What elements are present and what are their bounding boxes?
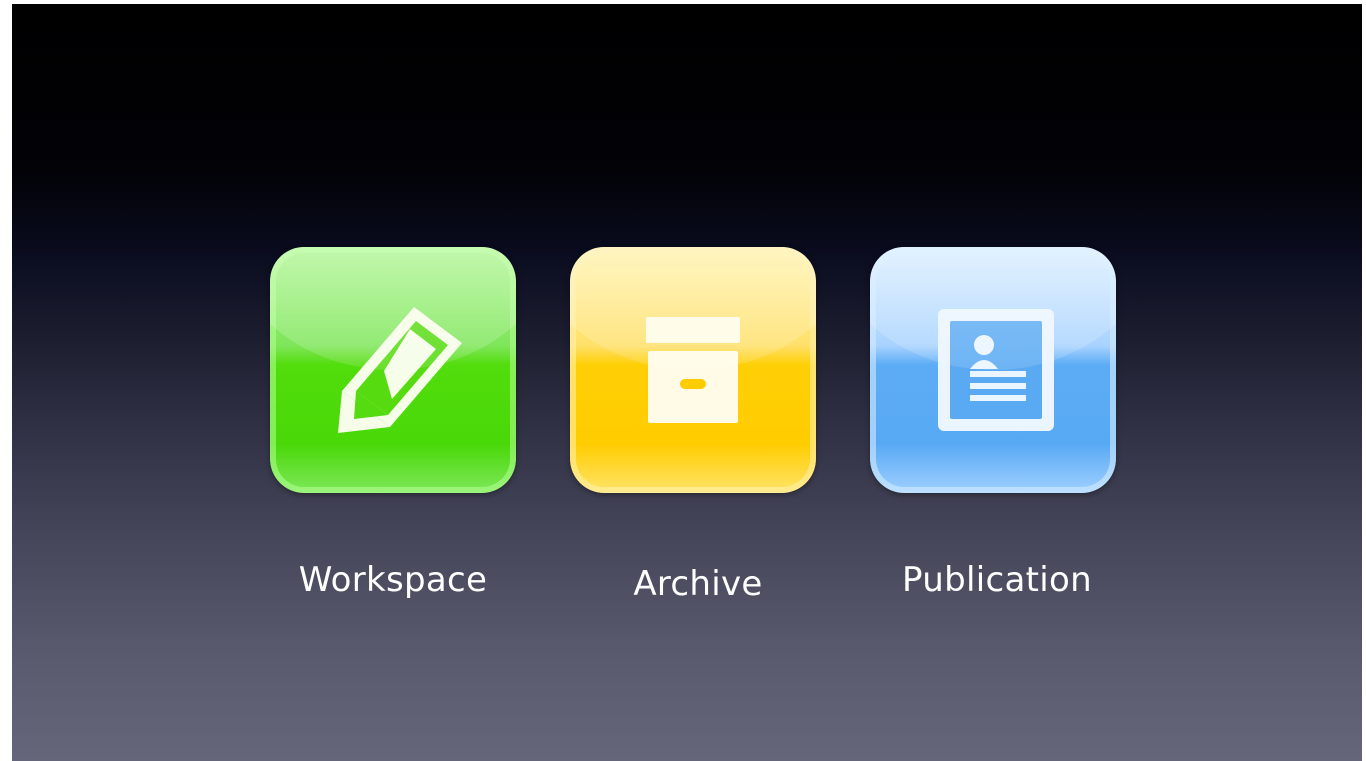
publication-label: Publication bbox=[902, 560, 1092, 600]
archive-label: Archive bbox=[633, 564, 763, 604]
publication-app-button[interactable] bbox=[870, 247, 1116, 493]
launcher-screen: Workspace Archive Publication bbox=[12, 4, 1362, 761]
archive-box-icon bbox=[646, 317, 740, 423]
pencil-icon bbox=[338, 307, 462, 433]
workspace-label: Workspace bbox=[298, 560, 488, 600]
document-profile-icon bbox=[938, 309, 1054, 431]
archive-app-button[interactable] bbox=[570, 247, 816, 493]
workspace-app-button[interactable] bbox=[270, 247, 516, 493]
